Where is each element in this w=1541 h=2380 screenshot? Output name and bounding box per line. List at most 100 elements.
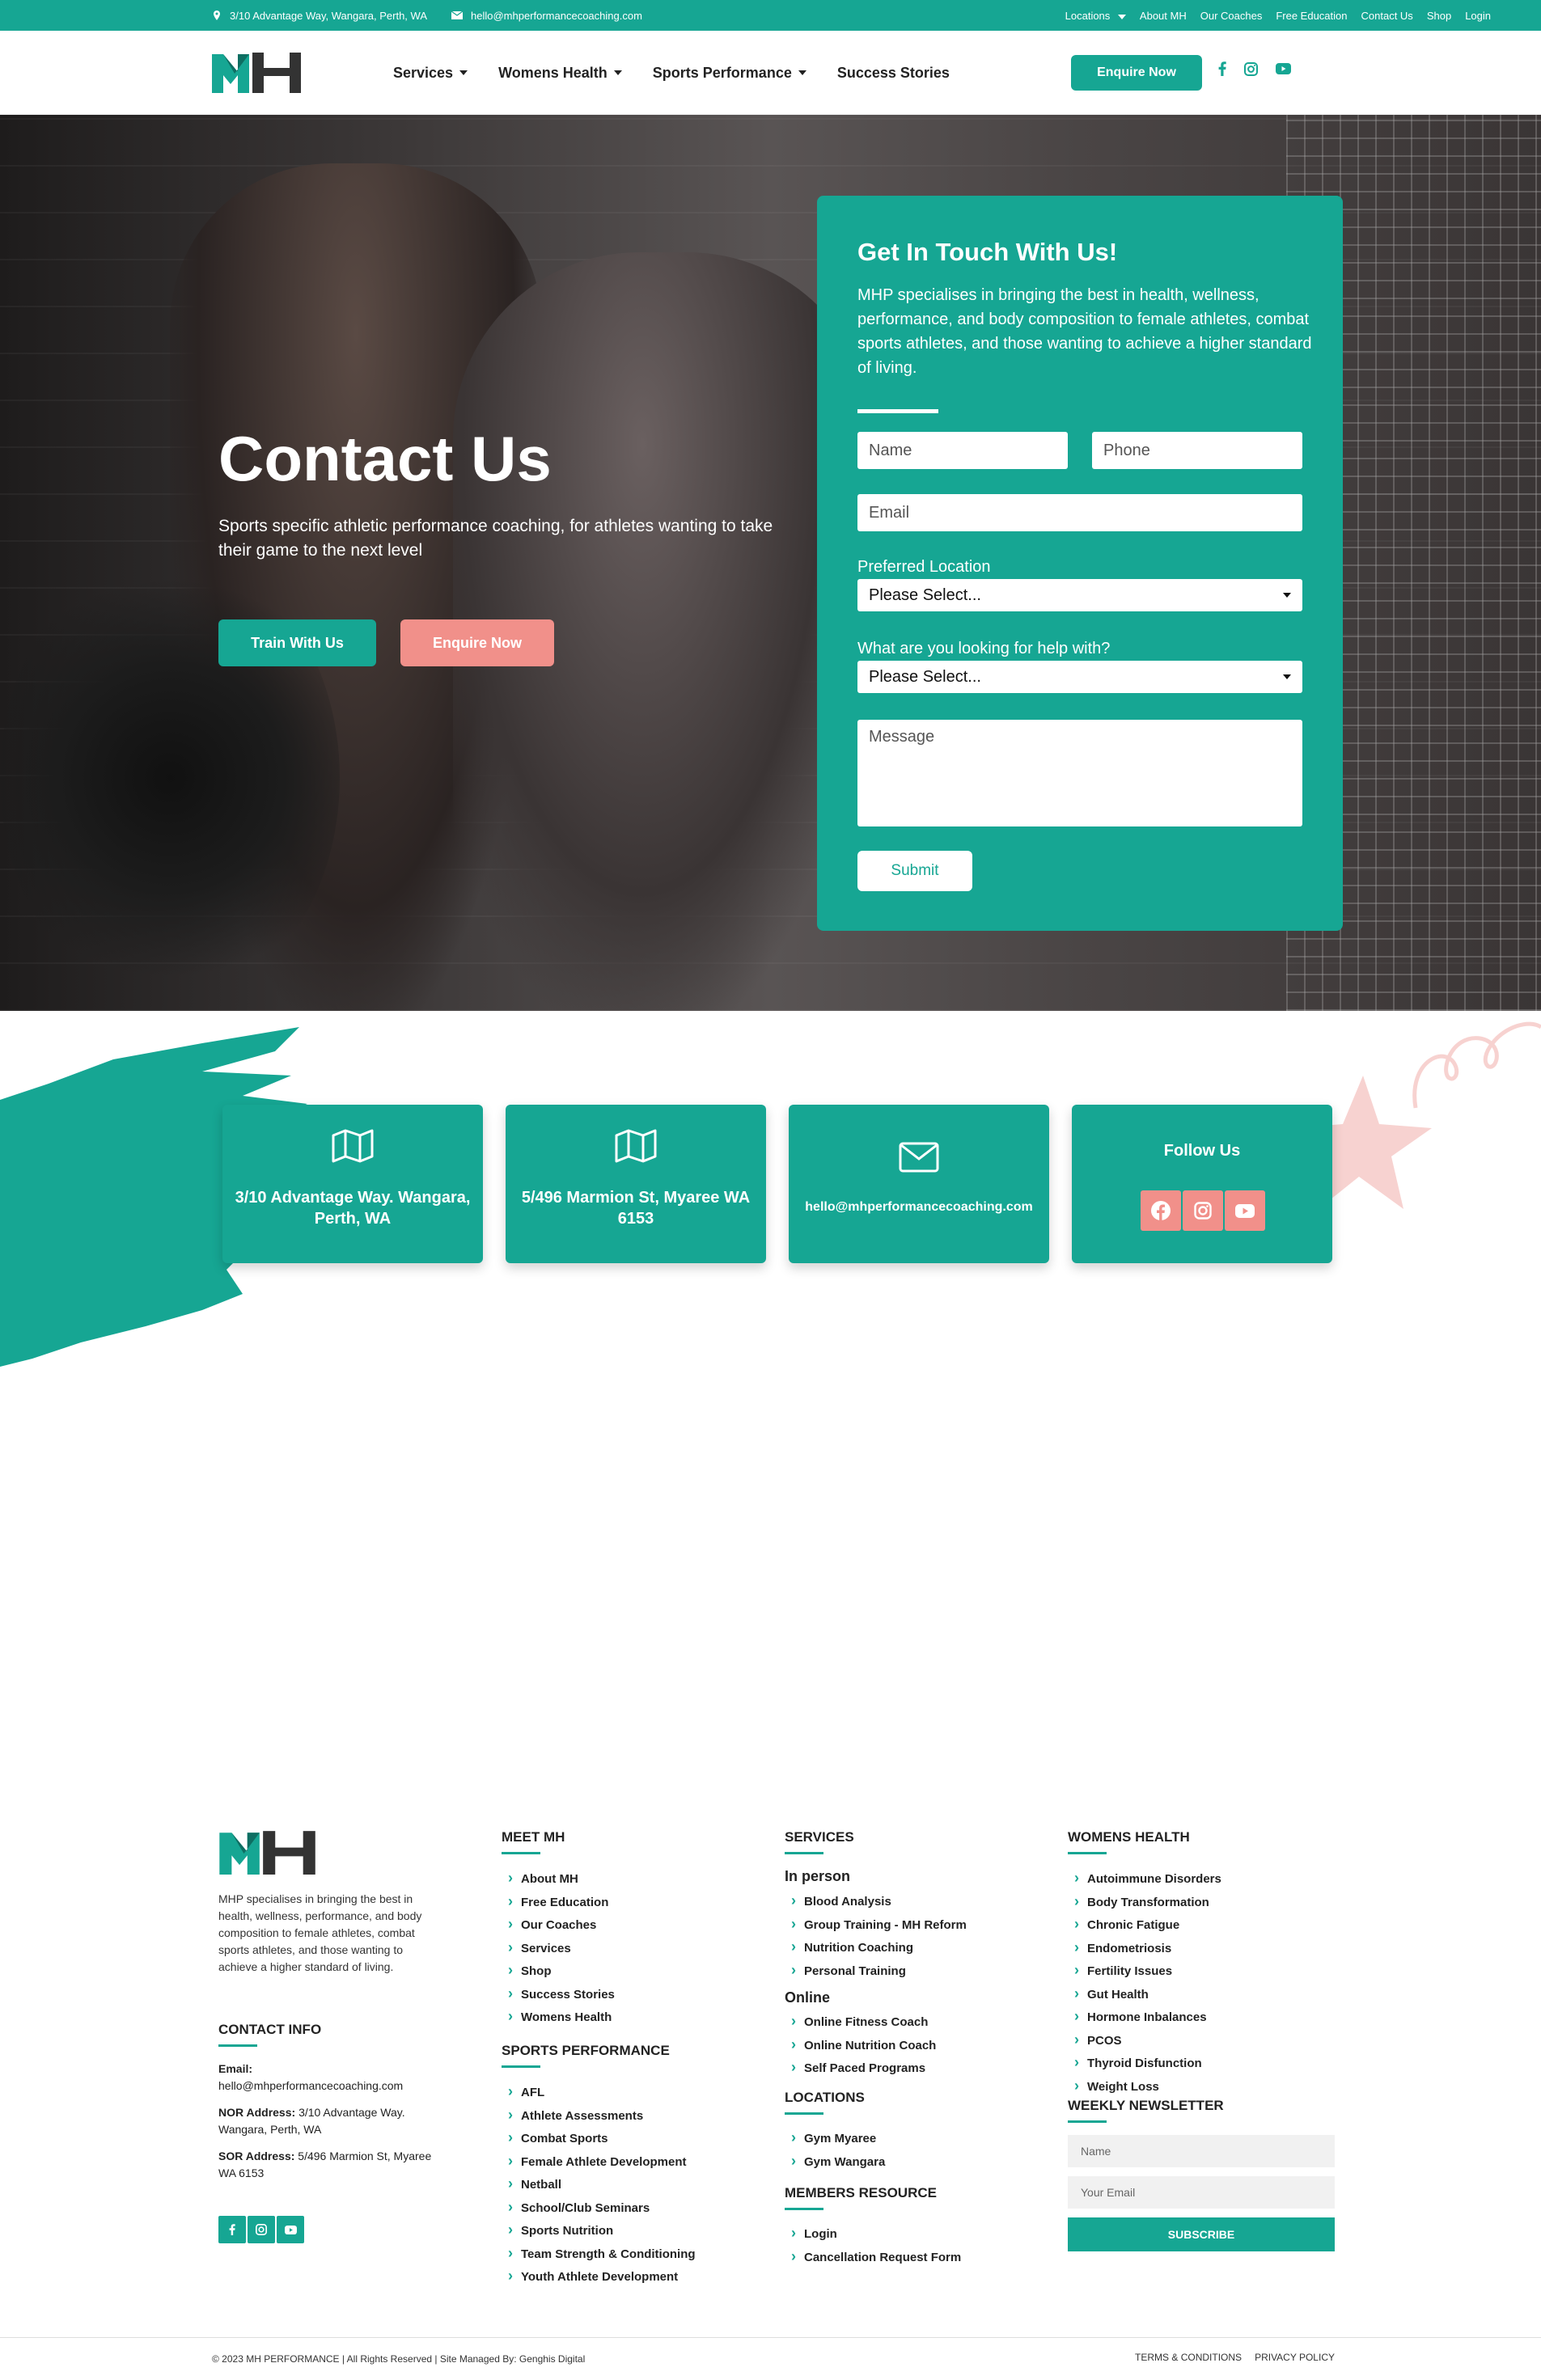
footer-link[interactable]: Self Paced Programs — [791, 2057, 936, 2080]
topbar-link-about[interactable]: About MH — [1140, 10, 1187, 22]
footer-link[interactable]: Blood Analysis — [791, 1890, 967, 1913]
nav-womens-health[interactable]: Womens Health — [498, 65, 622, 82]
topbar-link-login[interactable]: Login — [1465, 10, 1491, 22]
phone-field[interactable]: Phone — [1092, 432, 1302, 469]
instagram-icon[interactable] — [1244, 61, 1258, 76]
topbar-link-locations[interactable]: Locations — [1065, 10, 1126, 22]
footer-link[interactable]: PCOS — [1074, 2029, 1221, 2052]
womens-health-list: Autoimmune Disorders Body Transformation… — [1074, 1867, 1221, 2098]
facebook-icon[interactable] — [218, 2216, 246, 2243]
info-box-wangara[interactable]: 3/10 Advantage Way. Wangara, Perth, WA — [222, 1105, 483, 1263]
submit-button[interactable]: Submit — [857, 851, 972, 891]
topbar-address[interactable]: 3/10 Advantage Way, Wangara, Perth, WA — [212, 10, 427, 22]
name-field[interactable]: Name — [857, 432, 1068, 469]
footer-link[interactable]: AFL — [508, 2081, 696, 2104]
footer-link[interactable]: Combat Sports — [508, 2127, 696, 2150]
newsletter-heading: WEEKLY NEWSLETTER — [1068, 2098, 1224, 2123]
enquire-now-button[interactable]: Enquire Now — [1071, 55, 1202, 91]
nav-sports-performance[interactable]: Sports Performance — [653, 65, 806, 82]
footer-link[interactable]: Hormone Inbalances — [1074, 2006, 1221, 2029]
email-field[interactable]: Email — [857, 494, 1302, 531]
footer-link[interactable]: Weight Loss — [1074, 2075, 1221, 2099]
star-doodle — [1310, 1021, 1541, 1209]
facebook-icon[interactable] — [1141, 1190, 1181, 1231]
footer-link[interactable]: Shop — [508, 1959, 615, 1983]
footer-link[interactable]: Female Athlete Development — [508, 2150, 696, 2174]
youtube-icon[interactable] — [1276, 63, 1291, 74]
newsletter-email-input[interactable]: Your Email — [1068, 2176, 1335, 2209]
newsletter-name-input[interactable]: Name — [1068, 2135, 1335, 2167]
help-label: What are you looking for help with? — [857, 640, 1111, 657]
footer-link[interactable]: Success Stories — [508, 1983, 615, 2006]
privacy-link[interactable]: PRIVACY POLICY — [1255, 2352, 1335, 2363]
info-box-myaree[interactable]: 5/496 Marmion St, Myaree WA 6153 — [506, 1105, 766, 1263]
topbar-link-shop[interactable]: Shop — [1427, 10, 1451, 22]
footer-link[interactable]: Group Training - MH Reform — [791, 1913, 967, 1937]
footer-link[interactable]: Online Fitness Coach — [791, 2010, 936, 2034]
footer-link[interactable]: Team Strength & Conditioning — [508, 2243, 696, 2266]
instagram-icon[interactable] — [248, 2216, 275, 2243]
footer-link[interactable]: Gut Health — [1074, 1983, 1221, 2006]
footer-link[interactable]: Body Transformation — [1074, 1891, 1221, 1914]
nav-services[interactable]: Services — [393, 65, 468, 82]
location-select[interactable]: Please Select... — [857, 579, 1302, 611]
message-field[interactable]: Message — [857, 720, 1302, 826]
terms-link[interactable]: TERMS & CONDITIONS — [1135, 2352, 1242, 2363]
footer-link[interactable]: Online Nutrition Coach — [791, 2034, 936, 2057]
footer-mh-logo[interactable] — [218, 1829, 327, 1875]
legal-links: TERMS & CONDITIONS PRIVACY POLICY — [1135, 2352, 1335, 2363]
topbar-email[interactable]: hello@mhperformancecoaching.com — [451, 10, 642, 22]
copyright: © 2023 MH PERFORMANCE | All Rights Reser… — [212, 2353, 586, 2365]
footer-link[interactable]: Youth Athlete Development — [508, 2265, 696, 2289]
facebook-icon[interactable] — [1218, 61, 1226, 76]
info-box-email[interactable]: hello@mhperformancecoaching.com — [789, 1105, 1049, 1263]
footer-link[interactable]: Endometriosis — [1074, 1937, 1221, 1960]
hero-enquire-button[interactable]: Enquire Now — [400, 619, 554, 666]
chevron-down-icon — [798, 70, 806, 75]
mh-logo[interactable] — [212, 51, 311, 93]
topbar-link-education[interactable]: Free Education — [1276, 10, 1347, 22]
footer-link[interactable]: Free Education — [508, 1891, 615, 1914]
topbar-link-coaches[interactable]: Our Coaches — [1200, 10, 1263, 22]
footer-link[interactable]: Gym Wangara — [791, 2150, 885, 2174]
nav-label: Sports Performance — [652, 64, 792, 81]
nav-success-stories[interactable]: Success Stories — [837, 65, 950, 82]
sor-label: SOR Address: — [218, 2150, 295, 2162]
youtube-icon[interactable] — [277, 2216, 304, 2243]
topbar-link-label: Locations — [1065, 9, 1111, 22]
footer-link[interactable]: Autoimmune Disorders — [1074, 1867, 1221, 1891]
footer-divider — [0, 2337, 1541, 2338]
footer-email[interactable]: hello@mhperformancecoaching.com — [218, 2078, 403, 2095]
footer-link[interactable]: Netball — [508, 2173, 696, 2196]
footer-link[interactable]: Our Coaches — [508, 1913, 615, 1937]
footer-link[interactable]: Fertility Issues — [1074, 1959, 1221, 1983]
map-pin-icon — [214, 11, 220, 20]
footer-link[interactable]: Chronic Fatigue — [1074, 1913, 1221, 1937]
instagram-icon[interactable] — [1183, 1190, 1223, 1231]
location-label: Preferred Location — [857, 558, 991, 576]
footer-link[interactable]: Gym Myaree — [791, 2127, 885, 2150]
footer-link[interactable]: Athlete Assessments — [508, 2104, 696, 2128]
footer-link[interactable]: School/Club Seminars — [508, 2196, 696, 2220]
train-with-us-button[interactable]: Train With Us — [218, 619, 376, 666]
map-icon — [615, 1129, 657, 1163]
site-header: Services Womens Health Sports Performanc… — [0, 31, 1541, 115]
footer-link[interactable]: Services — [508, 1937, 615, 1960]
help-select[interactable]: Please Select... — [857, 661, 1302, 693]
in-person-list: Blood Analysis Group Training - MH Refor… — [791, 1890, 967, 1982]
members-heading: MEMBERS RESOURCE — [785, 2185, 937, 2210]
subscribe-button[interactable]: SUBSCRIBE — [1068, 2217, 1335, 2251]
footer-link[interactable]: Sports Nutrition — [508, 2219, 696, 2243]
footer-link[interactable]: About MH — [508, 1867, 615, 1891]
footer-link[interactable]: Cancellation Request Form — [791, 2246, 961, 2269]
footer-link[interactable]: Login — [791, 2222, 961, 2246]
footer-sor-address: SOR Address: 5/496 Marmion St, Myaree WA… — [218, 2148, 437, 2182]
topbar-link-contact[interactable]: Contact Us — [1361, 10, 1413, 22]
footer-link[interactable]: Personal Training — [791, 1959, 967, 1983]
footer-link[interactable]: Nutrition Coaching — [791, 1936, 967, 1959]
footer-link[interactable]: Thyroid Disfunction — [1074, 2052, 1221, 2075]
follow-us-label: Follow Us — [1163, 1142, 1241, 1160]
footer-link[interactable]: Womens Health — [508, 2006, 615, 2029]
youtube-icon[interactable] — [1225, 1190, 1265, 1231]
topbar-address-text: 3/10 Advantage Way, Wangara, Perth, WA — [230, 9, 427, 22]
